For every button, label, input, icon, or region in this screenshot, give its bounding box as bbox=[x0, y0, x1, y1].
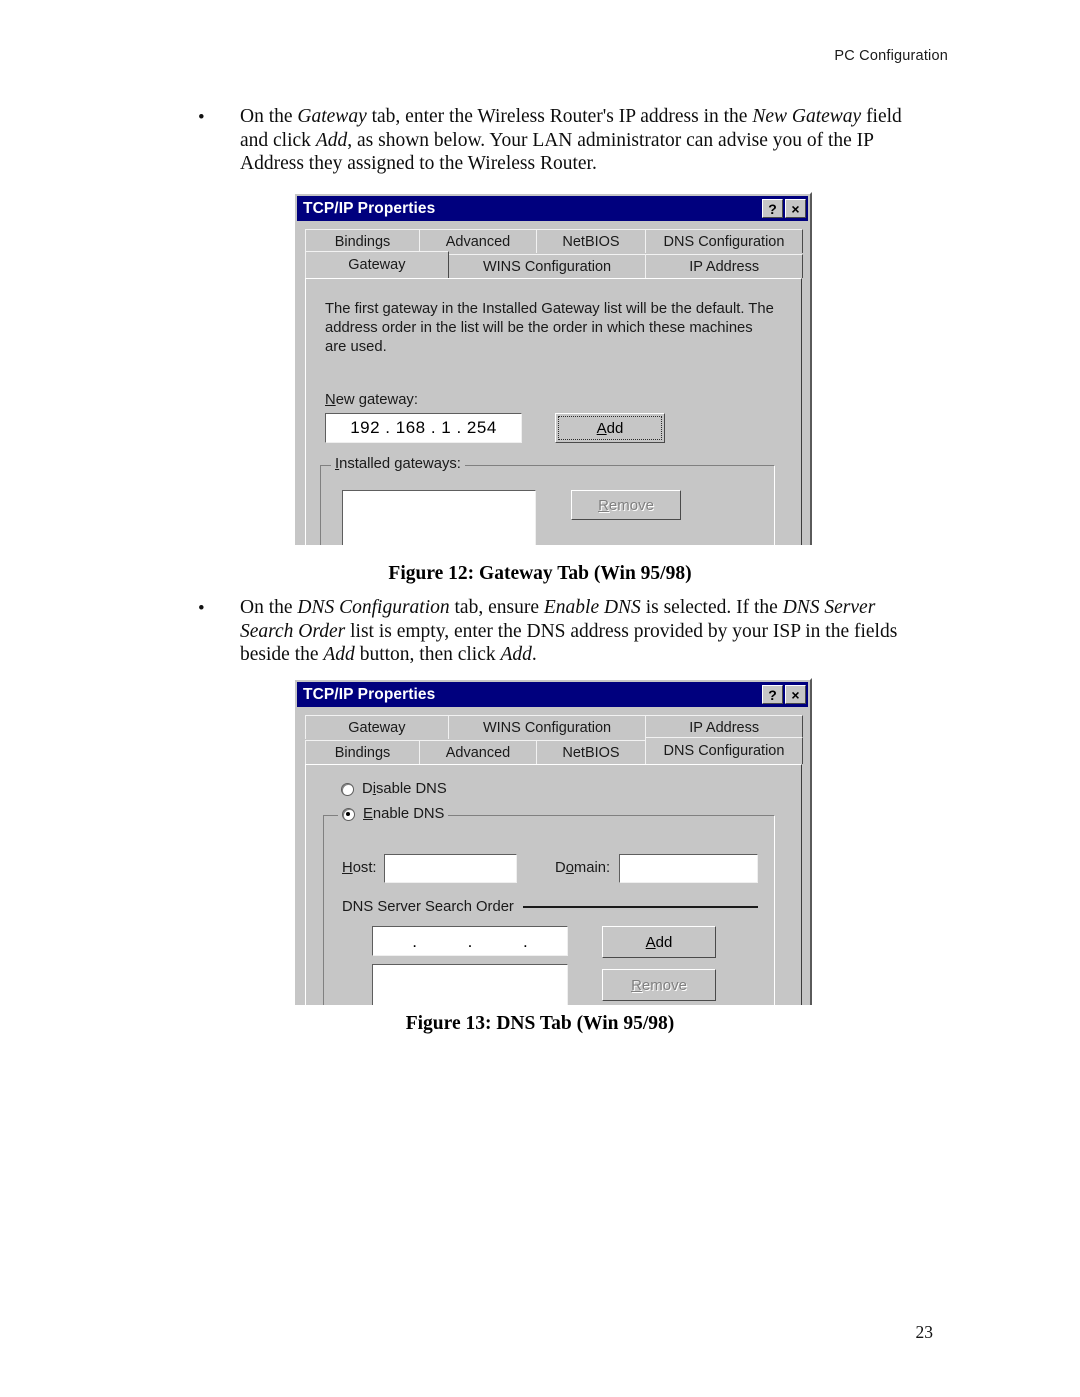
page-number: 23 bbox=[915, 1322, 934, 1342]
installed-gateways-label: Installed gateways: bbox=[331, 456, 465, 472]
tab-row-upper[interactable]: Gateway WINS Configuration IP Address bbox=[305, 714, 804, 739]
tab-bindings[interactable]: Bindings bbox=[305, 229, 420, 253]
installed-gateways-listbox[interactable] bbox=[342, 490, 536, 545]
tab-wins-configuration[interactable]: WINS Configuration bbox=[447, 254, 647, 278]
radio-unchecked-icon[interactable] bbox=[341, 782, 354, 796]
tab-page-dns: Disable DNS Enable DNS Host: Domain: DNS… bbox=[305, 764, 802, 1005]
dns-address-input[interactable]: . . . bbox=[372, 926, 568, 956]
host-label: Host: bbox=[342, 860, 377, 876]
titlebar-button-group: ? × bbox=[762, 199, 806, 218]
new-gateway-value: 192 . 168 . 1 . 254 bbox=[350, 418, 497, 437]
octet-separator-dot: . bbox=[412, 932, 418, 951]
tcpip-properties-dialog-gateway[interactable]: TCP/IP Properties ? × Bindings Advanced … bbox=[293, 192, 812, 545]
running-head: PC Configuration bbox=[834, 48, 948, 64]
bullet-text-gateway: On the Gateway tab, enter the Wireless R… bbox=[240, 106, 902, 174]
tab-row-lower[interactable]: Bindings Advanced NetBIOS DNS Configurat… bbox=[305, 737, 803, 764]
add-dns-button[interactable]: Add bbox=[602, 926, 716, 958]
gateway-helper-text: The first gateway in the Installed Gatew… bbox=[325, 301, 774, 355]
bullet-paragraph-gateway: • On the Gateway tab, enter the Wireless… bbox=[198, 105, 910, 176]
enable-dns-label: Enable DNS bbox=[363, 806, 445, 822]
bullet-marker: • bbox=[198, 598, 205, 619]
octet-separator-dot: . bbox=[467, 932, 473, 951]
enable-dns-groupbox: Enable DNS Host: Domain: DNS Server Sear… bbox=[323, 806, 775, 1005]
bullet-paragraph-dns: • On the DNS Configuration tab, ensure E… bbox=[198, 596, 910, 667]
tab-row-lower[interactable]: Gateway WINS Configuration IP Address bbox=[305, 251, 804, 278]
domain-label: Domain: bbox=[555, 860, 611, 876]
help-icon[interactable]: ? bbox=[762, 685, 783, 704]
host-input[interactable] bbox=[384, 854, 517, 883]
tab-strip[interactable]: Bindings Advanced NetBIOS DNS Configurat… bbox=[305, 228, 804, 278]
dns-search-order-header: DNS Server Search Order bbox=[342, 899, 758, 915]
tab-ip-address[interactable]: IP Address bbox=[645, 715, 804, 739]
radio-checked-icon[interactable] bbox=[342, 807, 355, 821]
new-gateway-label: New gateway: bbox=[325, 392, 418, 408]
tab-row-upper[interactable]: Bindings Advanced NetBIOS DNS Configurat… bbox=[305, 228, 803, 253]
remove-dns-button[interactable]: Remove bbox=[602, 969, 716, 1001]
tab-wins-configuration[interactable]: WINS Configuration bbox=[447, 715, 647, 739]
tab-dns-configuration[interactable]: DNS Configuration bbox=[645, 737, 803, 764]
tab-bindings[interactable]: Bindings bbox=[305, 740, 420, 764]
tab-gateway[interactable]: Gateway bbox=[305, 251, 449, 278]
remove-gateway-button[interactable]: Remove bbox=[571, 490, 681, 520]
dns-address-octet-dots: . . . bbox=[373, 927, 567, 955]
titlebar-button-group: ? × bbox=[762, 685, 806, 704]
titlebar-title: TCP/IP Properties bbox=[303, 685, 436, 703]
tab-netbios[interactable]: NetBIOS bbox=[536, 229, 646, 253]
close-icon[interactable]: × bbox=[785, 199, 806, 218]
tab-advanced[interactable]: Advanced bbox=[419, 740, 537, 764]
disable-dns-option[interactable]: Disable DNS bbox=[341, 781, 447, 797]
tab-strip[interactable]: Gateway WINS Configuration IP Address Bi… bbox=[305, 714, 804, 764]
dns-search-order-listbox[interactable] bbox=[372, 964, 568, 1005]
tab-page-gateway: The first gateway in the Installed Gatew… bbox=[305, 278, 802, 545]
tab-ip-address[interactable]: IP Address bbox=[645, 254, 804, 278]
enable-dns-option[interactable]: Enable DNS bbox=[338, 806, 449, 822]
dns-search-order-label: DNS Server Search Order bbox=[342, 899, 514, 915]
bullet-marker: • bbox=[198, 107, 205, 128]
titlebar-title: TCP/IP Properties bbox=[303, 199, 436, 217]
help-icon[interactable]: ? bbox=[762, 199, 783, 218]
tab-advanced[interactable]: Advanced bbox=[419, 229, 537, 253]
close-icon[interactable]: × bbox=[785, 685, 806, 704]
tab-gateway[interactable]: Gateway bbox=[305, 715, 449, 739]
titlebar[interactable]: TCP/IP Properties ? × bbox=[297, 682, 808, 707]
new-gateway-input[interactable]: 192 . 168 . 1 . 254 bbox=[325, 413, 522, 443]
octet-separator-dot: . bbox=[522, 932, 528, 951]
titlebar[interactable]: TCP/IP Properties ? × bbox=[297, 196, 808, 221]
tcpip-properties-dialog-dns[interactable]: TCP/IP Properties ? × Gateway WINS Confi… bbox=[293, 678, 812, 1005]
add-gateway-button[interactable]: Add bbox=[555, 413, 665, 443]
domain-input[interactable] bbox=[619, 854, 758, 883]
tab-dns-configuration[interactable]: DNS Configuration bbox=[645, 229, 803, 253]
divider bbox=[522, 905, 758, 909]
figure-caption-13: Figure 13: DNS Tab (Win 95/98) bbox=[405, 1013, 675, 1034]
disable-dns-label: Disable DNS bbox=[362, 781, 447, 797]
bullet-text-dns: On the DNS Configuration tab, ensure Ena… bbox=[240, 597, 898, 665]
tab-netbios[interactable]: NetBIOS bbox=[536, 740, 646, 764]
installed-gateways-groupbox: Installed gateways: Remove bbox=[320, 456, 775, 545]
figure-caption-12: Figure 12: Gateway Tab (Win 95/98) bbox=[388, 563, 692, 584]
